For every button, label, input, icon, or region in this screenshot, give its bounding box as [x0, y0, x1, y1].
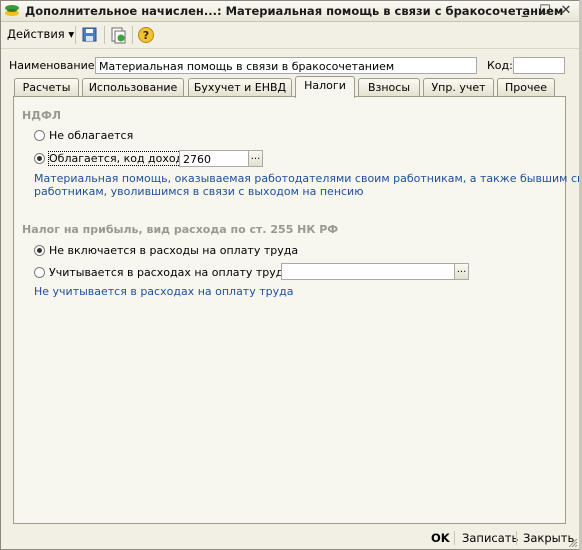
toolbar-divider	[75, 26, 76, 44]
footer-divider	[516, 531, 517, 545]
actions-menu-button[interactable]: Действия ▾	[7, 27, 74, 41]
actions-label: Действия	[7, 27, 65, 41]
help-icon[interactable]: ?	[137, 26, 155, 44]
code-field[interactable]	[513, 57, 565, 74]
expense-type-field[interactable]	[281, 263, 455, 280]
tab-taxes[interactable]: Налоги	[295, 76, 355, 98]
taxes-panel: НДФЛ Не облагается Облагается, код доход…	[13, 96, 582, 524]
close-button[interactable]: Закрыть	[523, 531, 574, 545]
ndfl-hint-line1: Материальная помощь, оказываемая работод…	[34, 172, 582, 185]
svg-text:?: ?	[143, 29, 149, 42]
radio-included[interactable]	[34, 267, 45, 278]
close-window-button[interactable]: ✕	[557, 3, 575, 19]
income-code-field[interactable]: 2760	[179, 150, 249, 167]
income-code-select-button[interactable]: ...	[248, 150, 263, 167]
code-label: Код:	[487, 59, 513, 72]
name-field[interactable]: Материальная помощь в связи в бракосочет…	[95, 57, 477, 74]
tab-usage[interactable]: Использование	[82, 78, 184, 96]
footer-divider	[454, 531, 455, 545]
radio-ndfl-not-taxed-label[interactable]: Не облагается	[49, 129, 133, 142]
expense-type-select-button[interactable]: ...	[454, 263, 469, 280]
radio-included-label[interactable]: Учитывается в расходах на оплату труда п…	[49, 266, 311, 279]
save-button[interactable]: Записать	[462, 531, 518, 545]
radio-ndfl-not-taxed[interactable]	[34, 130, 45, 141]
tab-management-accounting[interactable]: Упр. учет	[423, 78, 494, 96]
save-and-close-icon[interactable]	[81, 26, 99, 44]
radio-ndfl-taxed[interactable]	[34, 153, 45, 164]
title-bar[interactable]: Дополнительное начислен...: Материальная…	[1, 1, 579, 22]
name-label: Наименование:	[9, 59, 99, 72]
resize-grip-icon[interactable]	[568, 538, 578, 548]
radio-not-included[interactable]	[34, 245, 45, 256]
maximize-button[interactable]: ☐	[536, 3, 554, 19]
ndfl-section-title: НДФЛ	[22, 109, 62, 122]
tab-accounting[interactable]: Бухучет и ЕНВД	[188, 78, 292, 96]
toolbar-divider	[104, 26, 105, 44]
radio-ndfl-taxed-label[interactable]: Облагается, код дохода:	[48, 151, 195, 166]
ok-button[interactable]: OK	[431, 531, 450, 545]
minimize-button[interactable]: _	[516, 3, 534, 19]
ndfl-hint-line2: работникам, уволившимся в связи с выходо…	[34, 185, 364, 198]
radio-not-included-label[interactable]: Не включается в расходы на оплату труда	[49, 244, 298, 257]
create-copy-icon[interactable]	[109, 26, 127, 44]
tab-contributions[interactable]: Взносы	[358, 78, 420, 96]
tab-calculations[interactable]: Расчеты	[14, 78, 79, 96]
tab-other[interactable]: Прочее	[497, 78, 555, 96]
toolbar: Действия ▾ ?	[1, 22, 579, 49]
app-logo-icon	[5, 5, 19, 16]
document-window: Дополнительное начислен...: Материальная…	[0, 0, 582, 550]
window-title: Дополнительное начислен...: Материальная…	[25, 4, 564, 18]
toolbar-divider	[132, 26, 133, 44]
footer-bar: OK Записать Закрыть	[1, 526, 579, 548]
profit-tax-section-title: Налог на прибыль, вид расхода по ст. 255…	[22, 223, 339, 236]
chevron-down-icon: ▾	[68, 27, 75, 41]
profit-tax-hint: Не учитывается в расходах на оплату труд…	[34, 285, 294, 298]
